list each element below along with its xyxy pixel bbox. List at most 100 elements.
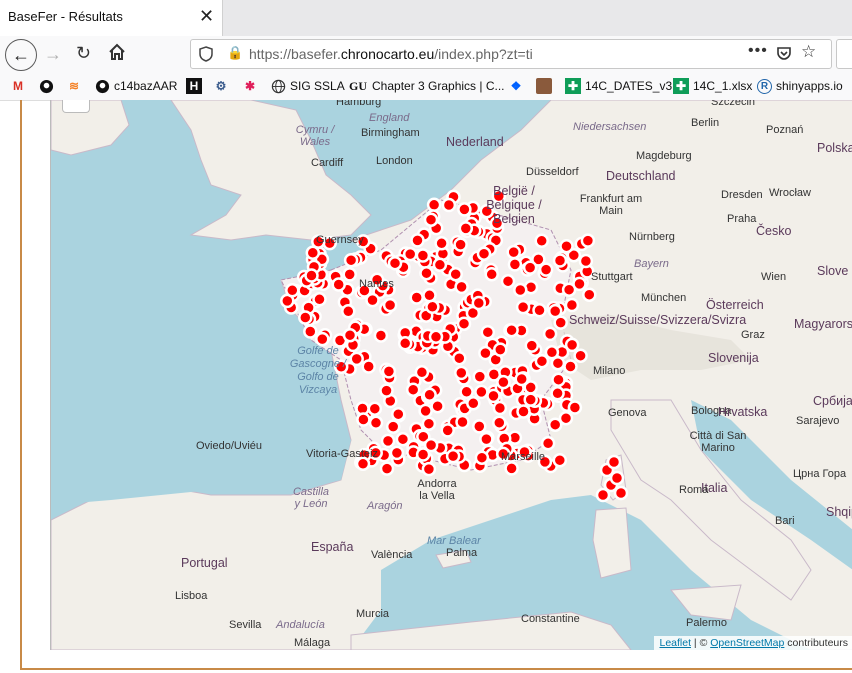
site-marker[interactable] bbox=[606, 454, 622, 470]
site-marker[interactable] bbox=[379, 383, 394, 398]
site-marker[interactable] bbox=[534, 353, 550, 369]
site-marker[interactable] bbox=[542, 326, 558, 342]
site-marker[interactable] bbox=[379, 461, 395, 476]
site-marker[interactable] bbox=[421, 461, 437, 477]
site-marker[interactable] bbox=[538, 262, 554, 277]
site-marker[interactable] bbox=[486, 388, 501, 404]
site-marker[interactable] bbox=[479, 431, 494, 447]
site-marker[interactable] bbox=[492, 415, 507, 430]
site-marker[interactable] bbox=[493, 342, 508, 357]
site-marker[interactable] bbox=[368, 415, 384, 431]
site-marker[interactable] bbox=[478, 345, 493, 361]
page-actions-button[interactable]: ••• bbox=[748, 42, 768, 60]
forward-button[interactable]: → bbox=[44, 44, 62, 65]
site-marker[interactable] bbox=[474, 384, 489, 400]
bookmark-star-icon[interactable]: ☆ bbox=[801, 42, 816, 62]
openstreetmap-link[interactable]: OpenStreetMap bbox=[710, 637, 784, 649]
site-marker[interactable] bbox=[500, 273, 516, 289]
site-marker[interactable] bbox=[514, 371, 529, 387]
site-marker[interactable] bbox=[389, 445, 405, 461]
site-marker[interactable] bbox=[304, 268, 319, 283]
site-marker[interactable] bbox=[419, 265, 434, 281]
site-marker[interactable] bbox=[522, 260, 538, 275]
bookmark-profile[interactable] bbox=[536, 77, 556, 95]
site-marker[interactable] bbox=[578, 253, 594, 269]
site-marker[interactable] bbox=[516, 404, 531, 419]
lock-warning-icon[interactable]: 🔒 bbox=[227, 45, 243, 61]
site-marker[interactable] bbox=[331, 277, 346, 292]
site-marker[interactable] bbox=[365, 292, 380, 308]
site-marker[interactable] bbox=[484, 267, 499, 282]
site-marker[interactable] bbox=[453, 237, 468, 252]
bookmark-shinyapps[interactable]: Rshinyapps.io bbox=[757, 77, 843, 95]
site-marker[interactable] bbox=[441, 197, 457, 213]
site-marker[interactable] bbox=[395, 431, 411, 447]
site-marker[interactable] bbox=[459, 384, 474, 400]
site-marker[interactable] bbox=[422, 288, 437, 303]
site-marker[interactable] bbox=[454, 279, 469, 295]
site-marker[interactable] bbox=[457, 202, 472, 217]
site-marker[interactable] bbox=[397, 336, 413, 351]
site-marker[interactable] bbox=[440, 423, 455, 438]
bookmark-sig-ssla[interactable]: SIG SSLA bbox=[270, 77, 345, 95]
site-marker[interactable] bbox=[458, 221, 474, 236]
site-marker[interactable] bbox=[480, 324, 496, 340]
site-marker[interactable] bbox=[564, 337, 580, 353]
site-marker[interactable] bbox=[558, 410, 574, 426]
site-marker[interactable] bbox=[423, 437, 439, 453]
site-marker[interactable] bbox=[361, 359, 376, 374]
site-marker[interactable] bbox=[532, 303, 547, 318]
site-marker[interactable] bbox=[342, 267, 357, 282]
site-marker[interactable] bbox=[472, 419, 487, 434]
site-marker[interactable] bbox=[434, 236, 449, 251]
site-marker[interactable] bbox=[445, 448, 461, 464]
site-marker[interactable] bbox=[496, 374, 511, 390]
site-marker[interactable] bbox=[550, 386, 565, 401]
site-marker[interactable] bbox=[456, 316, 472, 331]
bookmark-slack[interactable]: ✱ bbox=[242, 77, 262, 95]
shield-icon[interactable] bbox=[199, 46, 213, 67]
search-input[interactable] bbox=[836, 39, 852, 69]
site-marker[interactable] bbox=[391, 406, 406, 422]
site-marker[interactable] bbox=[613, 485, 629, 501]
site-marker[interactable] bbox=[387, 255, 403, 271]
site-marker[interactable] bbox=[563, 359, 578, 374]
tab-basefer[interactable]: BaseFer - Résultats ✕ bbox=[0, 0, 223, 36]
site-marker[interactable] bbox=[492, 400, 508, 416]
site-marker[interactable] bbox=[422, 387, 437, 403]
site-marker[interactable] bbox=[421, 416, 437, 431]
url-text[interactable]: https://basefer.chronocarto.eu/index.php… bbox=[249, 46, 533, 62]
site-marker[interactable] bbox=[553, 315, 568, 330]
site-marker[interactable] bbox=[513, 282, 528, 298]
leaflet-map[interactable]: Hamburg Szczecin Berlin Poznań Nederland… bbox=[50, 100, 852, 650]
site-marker[interactable] bbox=[474, 450, 490, 465]
site-marker[interactable] bbox=[423, 212, 439, 227]
bookmark-c14bazaar[interactable]: c14bazAAR bbox=[94, 77, 177, 95]
site-marker[interactable] bbox=[305, 245, 321, 261]
site-marker[interactable] bbox=[367, 401, 383, 416]
site-marker[interactable] bbox=[550, 355, 566, 371]
site-marker[interactable] bbox=[382, 297, 398, 313]
site-marker[interactable] bbox=[534, 233, 549, 249]
site-marker[interactable] bbox=[454, 365, 469, 381]
site-marker[interactable] bbox=[410, 233, 425, 248]
site-marker[interactable] bbox=[385, 419, 401, 434]
reload-button[interactable]: ↻ bbox=[76, 43, 91, 64]
site-marker[interactable] bbox=[540, 436, 556, 451]
site-marker[interactable] bbox=[547, 303, 563, 319]
pocket-icon[interactable] bbox=[776, 45, 792, 66]
site-marker[interactable] bbox=[418, 403, 433, 419]
leaflet-link[interactable]: Leaflet bbox=[659, 637, 691, 649]
site-marker[interactable] bbox=[343, 252, 359, 268]
site-marker[interactable] bbox=[551, 372, 566, 387]
site-marker[interactable] bbox=[506, 244, 521, 260]
site-marker[interactable] bbox=[428, 329, 444, 345]
site-marker[interactable] bbox=[303, 324, 318, 339]
site-marker[interactable] bbox=[582, 287, 597, 302]
site-marker[interactable] bbox=[466, 396, 481, 411]
site-marker[interactable] bbox=[373, 328, 389, 343]
site-marker[interactable] bbox=[356, 412, 371, 427]
site-marker[interactable] bbox=[515, 299, 531, 315]
bookmark-14c-dates[interactable]: ✚ 14C_DATES_v3 bbox=[565, 77, 672, 95]
site-marker[interactable] bbox=[552, 452, 568, 468]
